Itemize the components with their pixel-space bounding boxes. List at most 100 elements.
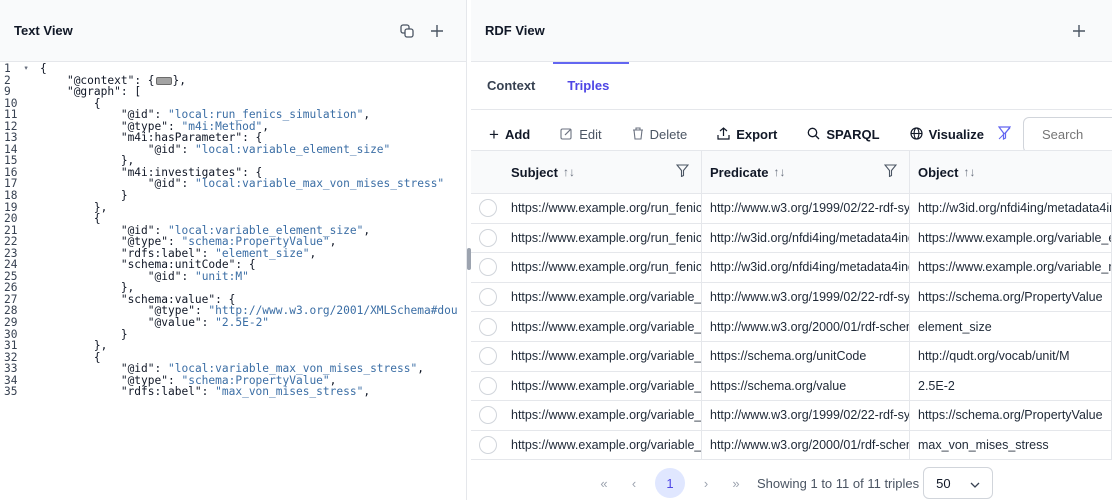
- page-size-value: 50: [936, 475, 951, 491]
- row-radio-button[interactable]: [479, 288, 497, 307]
- line-number: 11: [4, 108, 18, 122]
- object-cell[interactable]: http://qudt.org/vocab/unit/M: [910, 341, 1112, 371]
- object-cell[interactable]: http://w3id.org/nfdi4ing/metadata4ing#Me…: [910, 194, 1112, 223]
- upload-icon: [717, 126, 730, 143]
- sparql-button[interactable]: SPARQL: [807, 127, 880, 143]
- row-radio-button[interactable]: [479, 199, 497, 218]
- table-row[interactable]: https://www.example.org/run_fenics_simul…: [471, 253, 1112, 283]
- search-input[interactable]: [1023, 116, 1112, 153]
- delete-button[interactable]: Delete: [632, 126, 687, 143]
- predicate-column-header[interactable]: Predicate ↑↓: [702, 151, 910, 193]
- object-cell[interactable]: element_size: [910, 312, 1112, 341]
- subject-cell[interactable]: https://www.example.org/variable_max_von…: [503, 401, 702, 430]
- row-radio-button[interactable]: [479, 228, 497, 247]
- sparql-button-label: SPARQL: [826, 127, 880, 142]
- predicate-cell[interactable]: http://www.w3.org/2000/01/rdf-schema#lab…: [702, 430, 910, 460]
- object-cell[interactable]: https://www.example.org/variable_max_von…: [910, 253, 1112, 282]
- row-select-cell: [471, 253, 503, 282]
- subject-cell[interactable]: https://www.example.org/run_fenics_simul…: [503, 253, 702, 282]
- sort-icon[interactable]: ↑↓: [963, 165, 975, 179]
- subject-header-label: Subject: [511, 164, 558, 180]
- row-select-cell: [471, 194, 503, 223]
- object-cell[interactable]: https://www.example.org/variable_element…: [910, 223, 1112, 253]
- predicate-cell[interactable]: http://www.w3.org/2000/01/rdf-schema#lab…: [702, 312, 910, 341]
- subject-column-header[interactable]: Subject ↑↓: [503, 151, 702, 193]
- first-page-button[interactable]: «: [589, 476, 619, 491]
- code-text: {: [40, 212, 101, 226]
- edit-button[interactable]: Edit: [560, 127, 602, 143]
- line-number: 1: [4, 63, 11, 75]
- table-row[interactable]: https://www.example.org/variable_max_von…: [471, 430, 1112, 461]
- line-number: 29: [4, 316, 18, 330]
- table-row[interactable]: https://www.example.org/variable_element…: [471, 371, 1112, 402]
- row-radio-button[interactable]: [479, 436, 497, 455]
- row-select-cell: [471, 431, 503, 460]
- add-button-label: Add: [504, 127, 531, 142]
- predicate-cell[interactable]: http://w3id.org/nfdi4ing/metadata4ing#ha…: [702, 223, 910, 253]
- subject-cell[interactable]: https://www.example.org/variable_max_von…: [503, 430, 702, 460]
- line-number: 35: [4, 385, 18, 399]
- object-cell[interactable]: https://schema.org/PropertyValue: [910, 282, 1112, 312]
- row-radio-button[interactable]: [479, 258, 497, 277]
- visualize-button[interactable]: Visualize: [909, 126, 984, 143]
- predicate-cell[interactable]: http://www.w3.org/1999/02/22-rdf-syntax-…: [702, 282, 910, 312]
- subject-cell[interactable]: https://www.example.org/variable_element…: [503, 312, 702, 341]
- folded-content-icon[interactable]: [155, 76, 172, 85]
- subject-cell[interactable]: https://www.example.org/run_fenics_simul…: [503, 194, 702, 223]
- subject-cell[interactable]: https://www.example.org/variable_element…: [503, 341, 702, 371]
- current-page-button[interactable]: 1: [655, 468, 685, 498]
- filter-icon[interactable]: [675, 164, 690, 180]
- triples-table: Subject ↑↓ Predicate ↑↓ Object ↑↓ https:…: [471, 150, 1112, 461]
- predicate-cell[interactable]: http://www.w3.org/1999/02/22-rdf-syntax-…: [702, 401, 910, 430]
- line-number: 18: [4, 189, 18, 203]
- row-radio-button[interactable]: [479, 317, 497, 336]
- row-radio-button[interactable]: [479, 376, 497, 395]
- rdf-view-tabs: Context Triples: [471, 62, 1112, 110]
- clear-filter-icon[interactable]: [997, 126, 1012, 143]
- subject-cell[interactable]: https://www.example.org/variable_element…: [503, 371, 702, 401]
- table-row[interactable]: https://www.example.org/variable_max_von…: [471, 401, 1112, 431]
- add-icon[interactable]: [1064, 16, 1094, 46]
- filter-icon[interactable]: [883, 164, 898, 180]
- line-number: 9: [4, 85, 11, 99]
- tab-triples[interactable]: Triples: [567, 62, 625, 110]
- predicate-cell[interactable]: http://www.w3.org/1999/02/22-rdf-syntax-…: [702, 194, 910, 223]
- tab-context[interactable]: Context: [487, 62, 551, 110]
- predicate-cell[interactable]: https://schema.org/value: [702, 371, 910, 401]
- json-code-editor[interactable]: 1 ▾{2 ▾ "@context": {}, 9 ▾ "@graph": [10 ▾ {…: [0, 63, 466, 500]
- table-row[interactable]: https://www.example.org/run_fenics_simul…: [471, 223, 1112, 254]
- export-button[interactable]: Export: [717, 126, 777, 143]
- object-cell[interactable]: https://schema.org/PropertyValue: [910, 401, 1112, 430]
- object-cell[interactable]: 2.5E-2: [910, 371, 1112, 401]
- subject-cell[interactable]: https://www.example.org/variable_element…: [503, 282, 702, 312]
- row-radio-button[interactable]: [479, 406, 497, 425]
- sort-icon[interactable]: ↑↓: [563, 165, 575, 179]
- add-icon[interactable]: [422, 16, 452, 46]
- rdf-view-title: RDF View: [485, 23, 545, 38]
- rdf-view-panel: RDF View Context Triples + Add Edit Dele…: [471, 0, 1112, 500]
- code-line: 18 }: [0, 190, 466, 202]
- page-size-dropdown[interactable]: 50: [923, 467, 994, 499]
- last-page-button[interactable]: »: [721, 476, 751, 491]
- next-page-button[interactable]: ›: [691, 476, 721, 491]
- copy-icon[interactable]: [392, 16, 422, 46]
- add-button[interactable]: + Add: [489, 125, 530, 145]
- table-row[interactable]: https://www.example.org/run_fenics_simul…: [471, 194, 1112, 224]
- table-row[interactable]: https://www.example.org/variable_element…: [471, 341, 1112, 372]
- object-column-header[interactable]: Object ↑↓: [910, 151, 1112, 193]
- predicate-cell[interactable]: http://w3id.org/nfdi4ing/metadata4ing#in…: [702, 253, 910, 282]
- plus-icon: +: [489, 124, 499, 144]
- row-radio-button[interactable]: [479, 347, 497, 366]
- predicate-cell[interactable]: https://schema.org/unitCode: [702, 341, 910, 371]
- table-row[interactable]: https://www.example.org/variable_element…: [471, 282, 1112, 313]
- table-row[interactable]: https://www.example.org/variable_element…: [471, 312, 1112, 342]
- sort-icon[interactable]: ↑↓: [774, 165, 786, 179]
- subject-cell[interactable]: https://www.example.org/run_fenics_simul…: [503, 223, 702, 253]
- row-select-cell: [471, 224, 503, 253]
- fold-toggle-icon[interactable]: ▾: [24, 63, 28, 75]
- row-select-cell: [471, 342, 503, 371]
- object-cell[interactable]: max_von_mises_stress: [910, 430, 1112, 460]
- line-number: 20: [4, 212, 18, 226]
- select-column-header: [471, 151, 503, 193]
- prev-page-button[interactable]: ‹: [619, 476, 649, 491]
